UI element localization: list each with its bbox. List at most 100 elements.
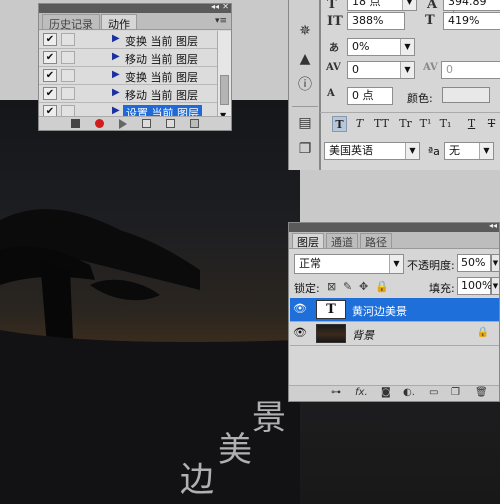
visibility-eye-icon[interactable]: 👁 bbox=[293, 326, 307, 340]
expand-triangle-icon[interactable]: ▶ bbox=[112, 87, 120, 98]
blend-mode-select[interactable]: 正常 ▼ bbox=[294, 254, 404, 274]
fx-icon[interactable]: fx. bbox=[355, 387, 368, 398]
toggle-checkbox[interactable]: ✔ bbox=[43, 51, 57, 64]
dropdown-icon[interactable]: ▼ bbox=[479, 143, 493, 159]
layer-row-background[interactable]: 👁 背景 🔒 bbox=[290, 322, 499, 346]
stop-icon[interactable] bbox=[71, 119, 80, 128]
tab-paths[interactable]: 路径 bbox=[360, 233, 392, 249]
panel-menu-icon[interactable]: ▾≡ bbox=[215, 16, 227, 26]
scrollbar-thumb[interactable] bbox=[220, 75, 229, 105]
tab-channels[interactable]: 通道 bbox=[326, 233, 358, 249]
kerning-field[interactable]: 0 ▼ bbox=[347, 61, 415, 79]
toggle-checkbox[interactable]: ✔ bbox=[43, 69, 57, 82]
opacity-field[interactable]: 50% bbox=[457, 254, 491, 272]
expand-triangle-icon[interactable]: ▶ bbox=[112, 105, 120, 116]
action-row[interactable]: ✔ ▶ 移动 当前 图层 bbox=[39, 85, 219, 103]
record-icon[interactable] bbox=[95, 119, 104, 128]
superscript-button[interactable]: T¹ bbox=[418, 116, 433, 132]
layer-lock-icon: 🔒 bbox=[476, 327, 489, 338]
dropdown-icon[interactable]: ▼ bbox=[402, 0, 416, 10]
strikethrough-button[interactable]: T bbox=[484, 116, 499, 132]
dialog-toggle[interactable] bbox=[61, 69, 75, 82]
fill-field[interactable]: 100% bbox=[457, 277, 492, 295]
underline-button[interactable]: T bbox=[464, 116, 479, 132]
baseline-shift-field[interactable]: 0 点 bbox=[347, 87, 393, 105]
layer-name[interactable]: 背景 bbox=[352, 327, 374, 343]
horizontal-scale-icon: T bbox=[425, 13, 435, 28]
layer-name[interactable]: 黄河边美景 bbox=[352, 303, 407, 319]
visibility-eye-icon[interactable]: 👁 bbox=[293, 302, 307, 316]
opacity-slider-button[interactable]: ▼ bbox=[491, 254, 500, 272]
font-size-field[interactable]: 18 点 ▼ bbox=[347, 0, 417, 11]
actions-panel-titlebar[interactable]: ◂◂ ✕ bbox=[39, 2, 231, 13]
color-label: 颜色: bbox=[407, 92, 433, 105]
expand-triangle-icon[interactable]: ▶ bbox=[112, 33, 120, 44]
watermark-char-2: 美 bbox=[218, 430, 252, 470]
lock-all-icon[interactable]: 🔒 bbox=[375, 280, 389, 293]
vertical-scale-icon: IT bbox=[327, 14, 343, 29]
dropdown-icon[interactable]: ▼ bbox=[389, 255, 403, 273]
dialog-toggle[interactable] bbox=[61, 33, 75, 46]
new-set-icon[interactable] bbox=[142, 119, 151, 128]
dropdown-icon[interactable]: ▼ bbox=[400, 39, 414, 55]
subscript-button[interactable]: T₁ bbox=[438, 116, 453, 132]
action-label: 变换 当前 图层 bbox=[125, 71, 198, 84]
dialog-toggle[interactable] bbox=[61, 51, 75, 64]
adjustment-icon[interactable]: ◐. bbox=[403, 387, 415, 398]
expand-triangle-icon[interactable]: ▶ bbox=[112, 51, 120, 62]
navigator-icon[interactable]: ✵ bbox=[296, 22, 314, 40]
action-row[interactable]: ✔ ▶ 移动 当前 图层 bbox=[39, 49, 219, 67]
trash-icon[interactable]: 🗑 bbox=[475, 387, 488, 398]
text-color-swatch[interactable] bbox=[442, 87, 490, 103]
horizontal-scale-field[interactable]: 419% bbox=[443, 12, 500, 30]
expand-triangle-icon[interactable]: ▶ bbox=[112, 69, 120, 80]
link-icon[interactable]: ⊶ bbox=[331, 387, 341, 398]
action-row[interactable]: ✔ ▶ 变换 当前 图层 bbox=[39, 31, 219, 49]
info-icon[interactable]: ⓘ bbox=[296, 76, 314, 94]
play-icon[interactable] bbox=[119, 118, 127, 129]
tsume-field[interactable]: 0% ▼ bbox=[347, 38, 415, 56]
vertical-scale-field[interactable]: 388% bbox=[347, 12, 405, 30]
actions-tabbar: 历史记录 动作 ▾≡ bbox=[39, 13, 231, 31]
new-layer-icon[interactable]: ❐ bbox=[451, 387, 460, 398]
lock-transparency-icon[interactable]: ⊠ bbox=[327, 280, 336, 293]
mask-icon[interactable]: ◙ bbox=[381, 387, 391, 398]
group-icon[interactable]: ▭ bbox=[429, 387, 438, 398]
faux-bold-button[interactable]: T bbox=[332, 116, 347, 132]
fill-slider-button[interactable]: ▼ bbox=[491, 277, 500, 295]
faux-italic-button[interactable]: T bbox=[352, 116, 367, 132]
trash-icon[interactable] bbox=[190, 119, 199, 128]
collapse-icon[interactable]: ◂◂ bbox=[211, 2, 219, 11]
lock-label: 锁定: bbox=[294, 282, 320, 295]
lock-position-icon[interactable]: ✥ bbox=[359, 280, 368, 293]
new-action-icon[interactable] bbox=[166, 119, 175, 128]
antialias-select[interactable]: 无 ▼ bbox=[444, 142, 494, 160]
character-icon[interactable]: ▤ bbox=[296, 114, 314, 132]
tab-layers[interactable]: 图层 bbox=[292, 233, 324, 249]
kerning-icon: AV bbox=[326, 62, 341, 73]
action-row[interactable]: ✔ ▶ 变换 当前 图层 bbox=[39, 67, 219, 85]
actions-scrollbar[interactable]: ▼ bbox=[217, 31, 231, 121]
lock-pixels-icon[interactable]: ✎ bbox=[343, 280, 352, 293]
layer-row-text[interactable]: 👁 T 黄河边美景 bbox=[290, 298, 499, 322]
dropdown-icon[interactable]: ▼ bbox=[400, 62, 414, 78]
actions-panel: ◂◂ ✕ 历史记录 动作 ▾≡ ✔ ▶ 变换 当前 图层 ✔ ▶ 移动 当前 图… bbox=[38, 2, 232, 131]
leading-field[interactable]: 394.89 点 bbox=[443, 0, 500, 24]
toggle-checkbox[interactable]: ✔ bbox=[43, 33, 57, 46]
all-caps-button[interactable]: TT bbox=[374, 116, 389, 132]
dialog-toggle[interactable] bbox=[61, 87, 75, 100]
dropdown-icon[interactable]: ▼ bbox=[405, 143, 419, 159]
collapse-icon[interactable]: ◂◂ bbox=[489, 221, 497, 230]
layers-panel-titlebar[interactable]: ◂◂ bbox=[289, 221, 499, 232]
language-select[interactable]: 美国英语 ▼ bbox=[324, 142, 420, 160]
close-icon[interactable]: ✕ bbox=[222, 2, 229, 11]
action-label: 移动 当前 图层 bbox=[125, 89, 198, 102]
histogram-icon[interactable]: ▲ bbox=[296, 50, 314, 68]
tracking-field[interactable]: 0 bbox=[441, 61, 500, 79]
layers-panel: ◂◂ 图层 通道 路径 正常 ▼ 不透明度: 50% ▼ 锁定: ⊠ ✎ ✥ 🔒… bbox=[288, 221, 500, 402]
small-caps-button[interactable]: Tr bbox=[398, 116, 413, 132]
tab-actions[interactable]: 动作 bbox=[101, 14, 137, 31]
toggle-checkbox[interactable]: ✔ bbox=[43, 87, 57, 100]
tab-history[interactable]: 历史记录 bbox=[42, 14, 100, 31]
paragraph-icon[interactable]: ❐ bbox=[296, 140, 314, 158]
